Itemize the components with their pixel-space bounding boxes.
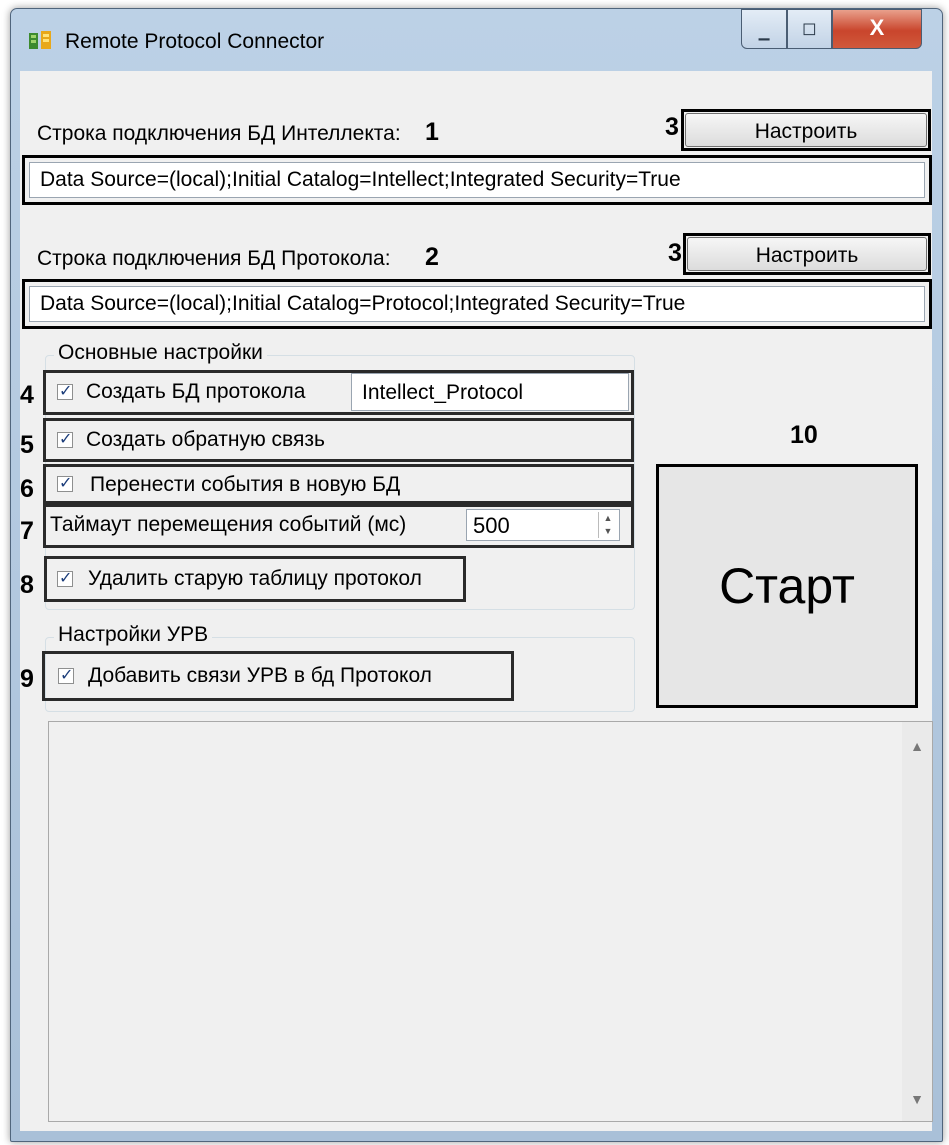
marker-6: 6 <box>20 475 34 503</box>
marker-7: 7 <box>20 517 34 545</box>
marker-5: 5 <box>20 431 34 459</box>
minimize-icon: ▁ <box>758 24 770 40</box>
move-events-label: Перенести события в новую БД <box>90 473 401 496</box>
marker-9: 9 <box>20 665 34 693</box>
minimize-button[interactable]: ▁ <box>741 9 787 49</box>
spin-up-icon[interactable]: ▲ <box>599 512 617 525</box>
create-feedback-label: Создать обратную связь <box>86 428 325 451</box>
main-settings-title: Основные настройки <box>54 341 267 365</box>
spin-down-icon[interactable]: ▼ <box>599 525 617 538</box>
close-icon: X <box>869 15 885 40</box>
marker-8: 8 <box>20 571 34 599</box>
client-area: Строка подключения БД Интеллекта: 1 3 На… <box>20 71 933 1131</box>
create-db-label: Создать БД протокола <box>86 380 306 403</box>
intellect-configure-button[interactable]: Настроить <box>685 113 927 147</box>
marker-1: 1 <box>425 118 439 146</box>
protocol-connection-input[interactable]: Data Source=(local);Initial Catalog=Prot… <box>29 286 925 322</box>
delete-table-checkbox[interactable] <box>57 568 73 588</box>
intellect-db-label: Строка подключения БД Интеллекта: <box>37 122 401 145</box>
close-button[interactable]: X <box>832 9 922 49</box>
create-feedback-checkbox[interactable] <box>57 429 73 449</box>
timeout-label: Таймаут перемещения событий (мс) <box>50 513 407 536</box>
marker-2: 2 <box>425 243 439 271</box>
app-icon <box>29 31 51 49</box>
timeout-spinner[interactable]: ▲ ▼ <box>598 512 617 538</box>
intellect-connection-frame: Data Source=(local);Initial Catalog=Inte… <box>22 155 932 205</box>
intellect-configure-frame: Настроить <box>681 109 931 151</box>
db-name-input[interactable]: Intellect_Protocol <box>351 373 629 411</box>
scroll-down-icon[interactable]: ▼ <box>902 1091 932 1107</box>
timeout-input[interactable]: 500 ▲ ▼ <box>466 509 620 541</box>
marker-4: 4 <box>20 381 34 409</box>
urv-settings-title: Настройки УРВ <box>54 623 213 647</box>
log-textarea[interactable]: ▲ ▼ <box>48 721 933 1122</box>
maximize-button[interactable]: ◻ <box>787 9 832 49</box>
title-bar[interactable]: Remote Protocol Connector ▁ ◻ X <box>11 9 942 71</box>
add-links-label: Добавить связи УРВ в бд Протокол <box>88 664 432 687</box>
window-title: Remote Protocol Connector <box>65 30 325 53</box>
create-db-checkbox[interactable] <box>57 381 73 401</box>
protocol-connection-frame: Data Source=(local);Initial Catalog=Prot… <box>22 279 932 329</box>
delete-table-label: Удалить старую таблицу протокол <box>88 567 422 590</box>
marker-3b: 3 <box>668 239 682 267</box>
add-links-checkbox[interactable] <box>58 665 74 685</box>
protocol-configure-button[interactable]: Настроить <box>687 237 927 271</box>
start-button[interactable]: Старт <box>656 464 918 708</box>
intellect-connection-input[interactable]: Data Source=(local);Initial Catalog=Inte… <box>29 162 925 198</box>
move-events-checkbox[interactable] <box>57 473 73 493</box>
protocol-db-label: Строка подключения БД Протокола: <box>37 247 391 270</box>
app-window: Remote Protocol Connector ▁ ◻ X Строка п… <box>10 8 943 1142</box>
timeout-value: 500 <box>473 513 510 538</box>
maximize-icon: ◻ <box>802 18 817 38</box>
marker-10: 10 <box>790 421 818 449</box>
marker-3a: 3 <box>665 113 679 141</box>
protocol-configure-frame: Настроить <box>683 233 931 275</box>
scroll-up-icon[interactable]: ▲ <box>902 738 932 754</box>
log-scrollbar[interactable]: ▲ ▼ <box>902 722 932 1121</box>
